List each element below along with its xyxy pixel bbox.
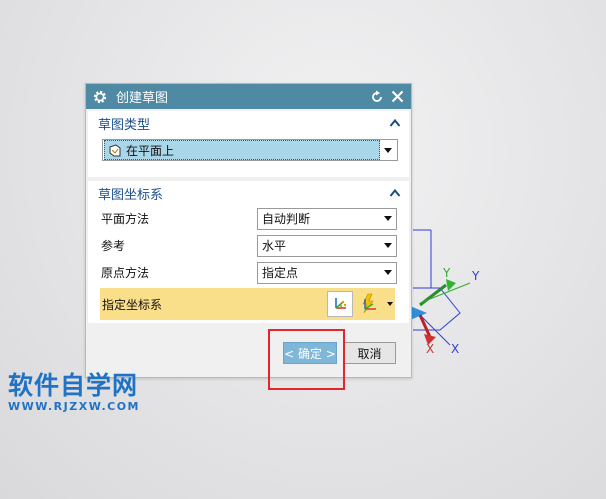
dialog-titlebar[interactable]: 创建草图 [86,84,411,109]
watermark: 软件自学网 WWW.RJZXW.COM [8,366,140,413]
csys-dialog-icon [335,298,347,309]
specify-csys-row[interactable]: 指定坐标系 [100,288,395,320]
reference-label: 参考 [101,239,126,253]
sketch-type-section: 草图类型 在平面上 [88,111,409,177]
sketch-csys-header-label: 草图坐标系 [98,187,164,203]
origin-method-value: 指定点 [262,266,299,280]
y-axis-label: Y [442,266,451,280]
plane-edge-line [413,287,461,331]
sketch-type-value: 在平面上 [126,143,175,158]
reset-button[interactable] [369,89,385,105]
chevron-up-icon[interactable] [389,188,401,198]
dropdown-arrow-icon[interactable] [380,270,396,275]
z-axis-arrowhead [410,306,427,320]
inferred-csys-button[interactable] [355,291,381,317]
dropdown-arrow-icon[interactable] [380,147,396,153]
x-axis-line [418,314,432,338]
plane-method-row: 平面方法 自动判断 [88,205,409,232]
annotation-highlight-box [268,329,345,390]
watermark-url: WWW.RJZXW.COM [8,400,140,413]
create-sketch-dialog: 创建草图 草图类型 在平面上 草图坐标系 平面方法 自动判断 参考 水平 原点方… [85,83,412,378]
sketch-type-header[interactable]: 草图类型 [88,111,409,135]
close-button[interactable] [389,89,405,105]
specify-csys-label: 指定坐标系 [102,297,163,312]
cancel-button[interactable]: 取消 [343,342,396,364]
chevron-up-icon[interactable] [389,118,401,128]
dropdown-arrow-icon[interactable] [380,216,396,221]
gear-icon[interactable] [92,89,108,105]
close-icon [391,90,403,103]
plane-method-select[interactable]: 自动判断 [257,207,397,230]
reference-select[interactable]: 水平 [257,234,397,257]
dropdown-arrow-icon[interactable] [380,243,396,248]
csys-options-dropdown[interactable] [385,302,395,306]
x-axis-label: X [426,342,434,356]
origin-method-select[interactable]: 指定点 [257,261,397,284]
dialog-title: 创建草图 [116,91,169,106]
reset-icon [372,90,382,102]
plane-method-value: 自动判断 [262,212,311,226]
inferred-csys-icon [362,293,376,314]
reference-row: 参考 水平 [88,232,409,259]
sketch-csys-header[interactable]: 草图坐标系 [88,181,409,205]
sketch-csys-section: 草图坐标系 平面方法 自动判断 参考 水平 原点方法 指定点 指定坐标系 [88,181,409,323]
sketch-type-header-label: 草图类型 [98,117,151,133]
x-axis-label-2: X [451,342,459,356]
sketch-type-selected: 在平面上 [104,140,380,160]
plane-method-label: 平面方法 [101,212,150,226]
csys-dialog-button[interactable] [327,291,353,317]
watermark-main: 软件自学网 [8,371,139,400]
y-axis-label-2: Y [471,269,480,283]
origin-method-row: 原点方法 指定点 [88,259,409,286]
sketch-type-select[interactable]: 在平面上 [102,139,398,161]
reference-value: 水平 [262,239,287,253]
origin-method-label: 原点方法 [101,266,150,280]
sketch-on-plane-icon [109,143,121,156]
